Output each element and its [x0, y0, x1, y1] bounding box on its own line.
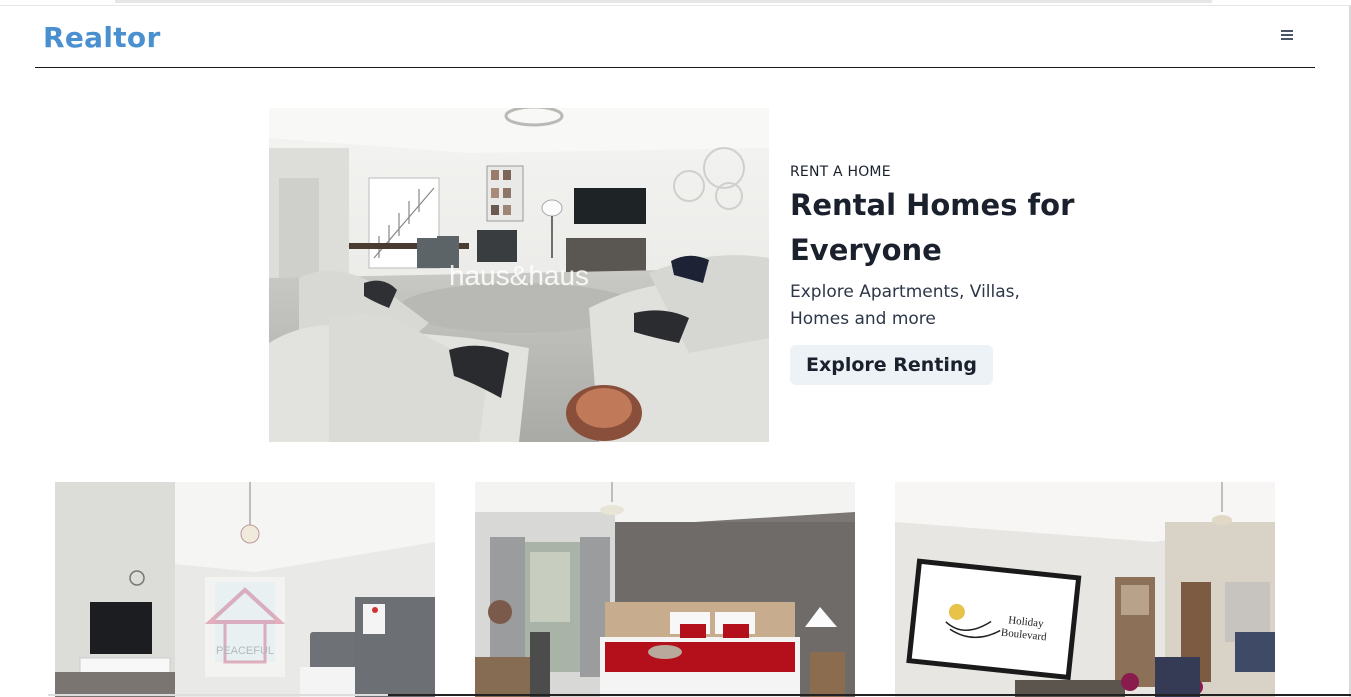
menu-line [1281, 30, 1293, 32]
menu-line [1281, 38, 1293, 40]
hero-section: RENT A HOME Rental Homes for Everyone Ex… [790, 160, 1110, 385]
browser-top-strip [115, 0, 1212, 3]
property-card-image[interactable] [475, 482, 855, 697]
hero-watermark: haus&haus [449, 260, 589, 291]
hamburger-menu-icon[interactable] [1275, 26, 1299, 44]
property-card-image[interactable]: Holiday Boulevard [895, 482, 1275, 697]
hero-title-line2: Everyone [790, 233, 942, 267]
property-card-image[interactable]: PEACEFUL [55, 482, 435, 697]
navbar: Realtor [35, 6, 1315, 68]
card1-watermark: PEACEFUL [216, 645, 274, 657]
menu-line [1281, 34, 1293, 36]
logo[interactable]: Realtor [43, 21, 161, 54]
hero-image: haus&haus [269, 108, 769, 442]
hero-description: Explore Apartments, Villas, Homes and mo… [790, 282, 1020, 329]
divider [48, 694, 388, 696]
hero-title-line1: Rental Homes for [790, 188, 1075, 222]
hero-eyebrow: RENT A HOME [790, 164, 891, 180]
explore-renting-button[interactable]: Explore Renting [790, 345, 994, 385]
hero-title: Rental Homes for Everyone [790, 183, 1110, 273]
